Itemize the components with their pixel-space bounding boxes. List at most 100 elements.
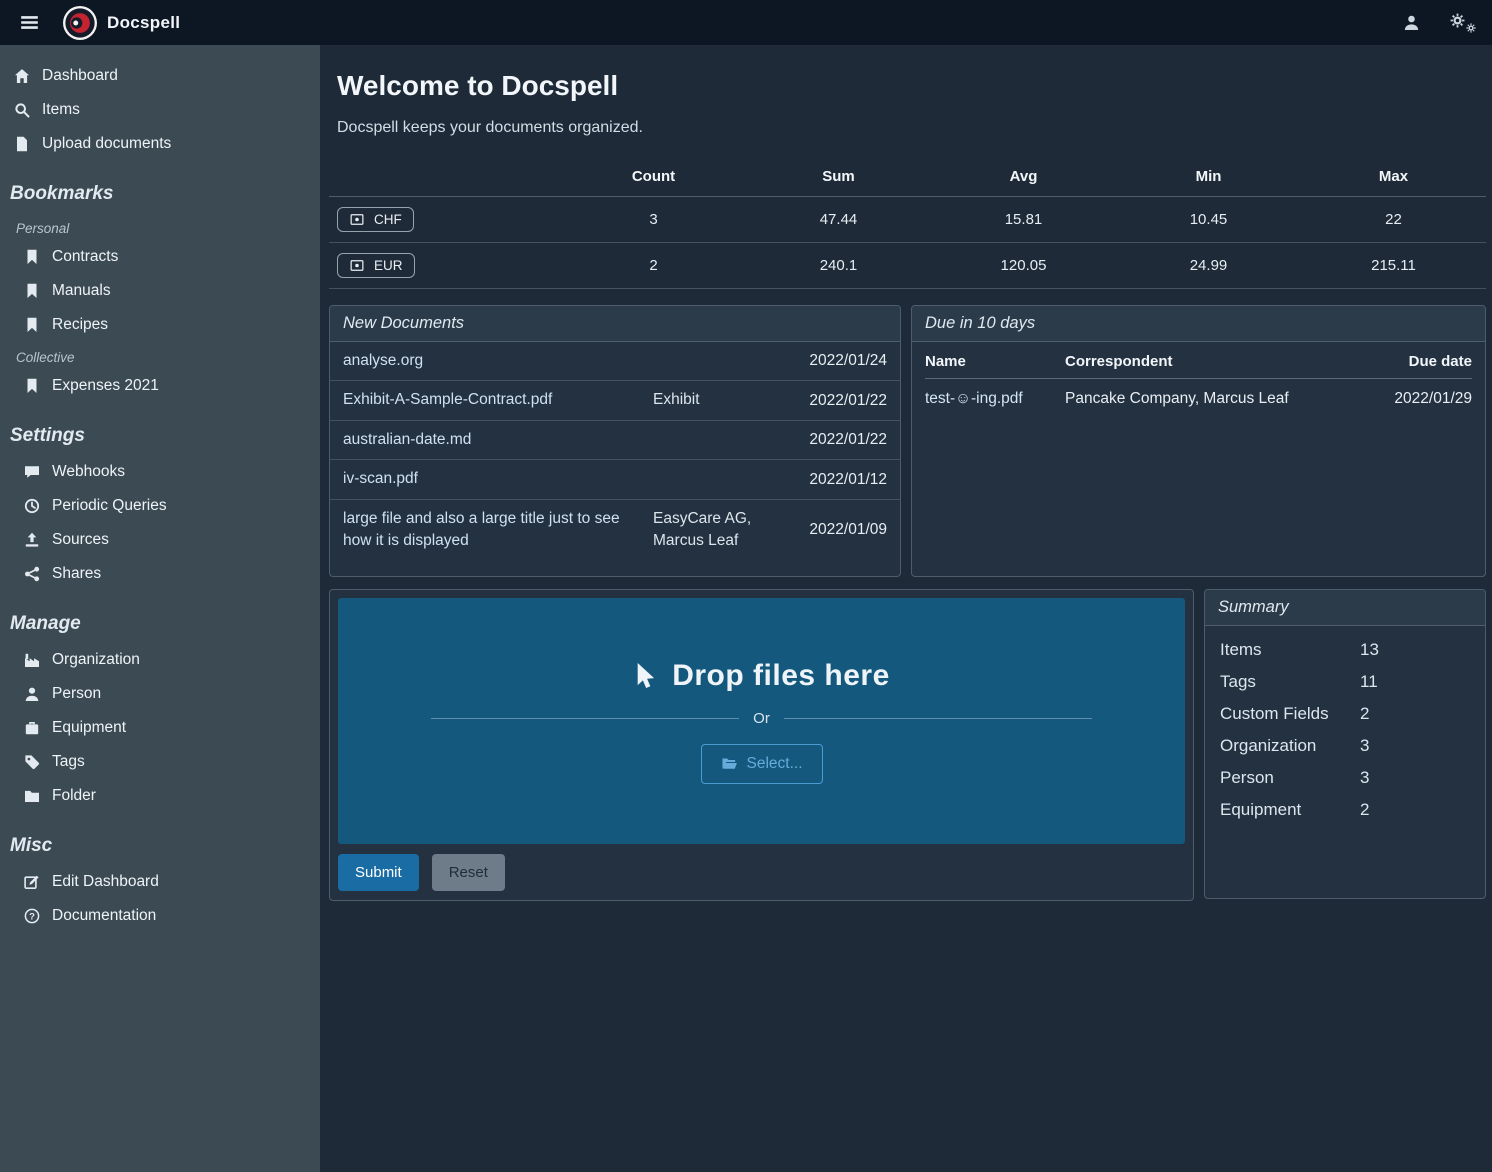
- sidebar-item-contracts[interactable]: Contracts: [0, 240, 320, 274]
- home-icon: [14, 68, 30, 84]
- list-item: Person 3: [1206, 762, 1484, 794]
- sidebar-item-label: Equipment: [52, 719, 126, 737]
- stat-avg: 15.81: [931, 197, 1116, 243]
- stat-sum: 47.44: [746, 197, 931, 243]
- menu-icon[interactable]: [16, 9, 43, 36]
- summary-value: 3: [1360, 736, 1369, 756]
- sidebar-item-tags[interactable]: Tags: [0, 745, 320, 779]
- new-documents-panel: New Documents analyse.org 2022/01/24 Exh…: [329, 305, 901, 577]
- file-dropzone[interactable]: Drop files here Or Select...: [338, 598, 1185, 844]
- sidebar-item-documentation[interactable]: Documentation: [0, 899, 320, 933]
- bookmark-icon: [24, 378, 40, 394]
- layout: Dashboard Items Upload documents Bookmar…: [0, 45, 1492, 1172]
- sidebar-item-label: Organization: [52, 651, 140, 669]
- sidebar-item-periodic-queries[interactable]: Periodic Queries: [0, 489, 320, 523]
- sidebar-item-recipes[interactable]: Recipes: [0, 308, 320, 342]
- summary-value: 11: [1360, 672, 1378, 692]
- comment-icon: [24, 464, 40, 480]
- sidebar-item-expenses-2021[interactable]: Expenses 2021: [0, 369, 320, 403]
- stats-header-min: Min: [1116, 158, 1301, 197]
- summary-value: 3: [1360, 768, 1369, 788]
- document-link[interactable]: large file and also a large title just t…: [343, 508, 641, 553]
- panels-row: New Documents analyse.org 2022/01/24 Exh…: [329, 305, 1486, 577]
- due-correspondent: Pancake Company, Marcus Leaf: [1065, 379, 1360, 420]
- document-meta: Exhibit: [653, 389, 780, 411]
- summary-label: Organization: [1220, 736, 1360, 756]
- user-icon[interactable]: [1403, 14, 1420, 31]
- document-date: 2022/01/12: [792, 471, 887, 489]
- dropzone-label: Drop files here: [672, 659, 890, 693]
- upload-panel: Drop files here Or Select...: [329, 589, 1194, 901]
- sidebar-item-webhooks[interactable]: Webhooks: [0, 455, 320, 489]
- list-item: analyse.org 2022/01/24: [330, 342, 900, 380]
- question-circle-icon: [24, 908, 40, 924]
- bookmark-icon: [24, 249, 40, 265]
- bottom-row: Drop files here Or Select...: [329, 589, 1486, 901]
- divider-line: [784, 718, 1092, 719]
- select-files-label: Select...: [747, 755, 803, 773]
- history-icon: [24, 498, 40, 514]
- due-panel-title: Due in 10 days: [912, 306, 1485, 342]
- currency-badge-eur[interactable]: EUR: [337, 253, 415, 278]
- sidebar-item-label: Webhooks: [52, 463, 125, 481]
- currency-badge-chf[interactable]: CHF: [337, 207, 414, 232]
- stats-header-row: Count Sum Avg Min Max: [329, 158, 1486, 197]
- document-date: 2022/01/22: [792, 392, 887, 410]
- document-date: 2022/01/09: [792, 521, 887, 539]
- document-link[interactable]: Exhibit-A-Sample-Contract.pdf: [343, 389, 641, 411]
- sidebar-item-dashboard[interactable]: Dashboard: [0, 59, 320, 93]
- sidebar-item-label: Folder: [52, 787, 96, 805]
- submit-button[interactable]: Submit: [338, 854, 419, 891]
- upload-icon: [24, 532, 40, 548]
- sidebar-item-label: Documentation: [52, 907, 156, 925]
- sidebar-item-equipment[interactable]: Equipment: [0, 711, 320, 745]
- stats-header-count: Count: [561, 158, 746, 197]
- document-link[interactable]: analyse.org: [343, 350, 641, 372]
- sidebar-item-items[interactable]: Items: [0, 93, 320, 127]
- sidebar-item-folder[interactable]: Folder: [0, 779, 320, 813]
- summary-panel: Summary Items 13 Tags 11 Custom Fields 2: [1204, 589, 1486, 899]
- stat-max: 215.11: [1301, 243, 1486, 289]
- sidebar-item-edit-dashboard[interactable]: Edit Dashboard: [0, 865, 320, 899]
- sidebar-item-label: Contracts: [52, 248, 118, 266]
- due-panel: Due in 10 days Name Correspondent Due da…: [911, 305, 1486, 577]
- sidebar-item-organization[interactable]: Organization: [0, 643, 320, 677]
- sidebar-item-label: Periodic Queries: [52, 497, 167, 515]
- stats-header-sum: Sum: [746, 158, 931, 197]
- sidebar-item-label: Dashboard: [42, 67, 118, 85]
- select-files-button[interactable]: Select...: [701, 744, 823, 784]
- or-label: Or: [753, 710, 770, 727]
- sidebar-item-person[interactable]: Person: [0, 677, 320, 711]
- stat-count: 3: [561, 197, 746, 243]
- edit-icon: [24, 874, 40, 890]
- sidebar-item-sources[interactable]: Sources: [0, 523, 320, 557]
- sidebar-item-label: Person: [52, 685, 101, 703]
- stats-header-max: Max: [1301, 158, 1486, 197]
- page-subtitle: Docspell keeps your documents organized.: [337, 119, 1486, 137]
- due-header-correspondent: Correspondent: [1065, 344, 1360, 379]
- sidebar-item-label: Recipes: [52, 316, 108, 334]
- tags-icon: [24, 754, 40, 770]
- sidebar-item-label: Edit Dashboard: [52, 873, 159, 891]
- document-meta: EasyCare AG, Marcus Leaf: [653, 508, 780, 553]
- summary-value: 13: [1360, 640, 1379, 660]
- new-documents-title: New Documents: [330, 306, 900, 342]
- reset-button[interactable]: Reset: [432, 854, 505, 891]
- document-link[interactable]: test-☺-ing.pdf: [925, 379, 1065, 420]
- sidebar-item-label: Expenses 2021: [52, 377, 159, 395]
- settings-gears-icon[interactable]: [1450, 13, 1476, 33]
- main-content: Welcome to Docspell Docspell keeps your …: [320, 45, 1492, 1172]
- stat-min: 24.99: [1116, 243, 1301, 289]
- document-link[interactable]: iv-scan.pdf: [343, 468, 641, 490]
- bookmarks-header: Bookmarks: [0, 161, 320, 213]
- stat-max: 22: [1301, 197, 1486, 243]
- due-header-due-date: Due date: [1360, 344, 1472, 379]
- table-row: CHF 3 47.44 15.81 10.45 22: [329, 197, 1486, 243]
- sidebar-item-upload-documents[interactable]: Upload documents: [0, 127, 320, 161]
- sidebar-item-shares[interactable]: Shares: [0, 557, 320, 591]
- new-documents-list: analyse.org 2022/01/24 Exhibit-A-Sample-…: [330, 342, 900, 561]
- sidebar-item-label: Upload documents: [42, 135, 171, 153]
- sidebar-item-manuals[interactable]: Manuals: [0, 274, 320, 308]
- document-link[interactable]: australian-date.md: [343, 429, 641, 451]
- app-logo[interactable]: [63, 6, 97, 40]
